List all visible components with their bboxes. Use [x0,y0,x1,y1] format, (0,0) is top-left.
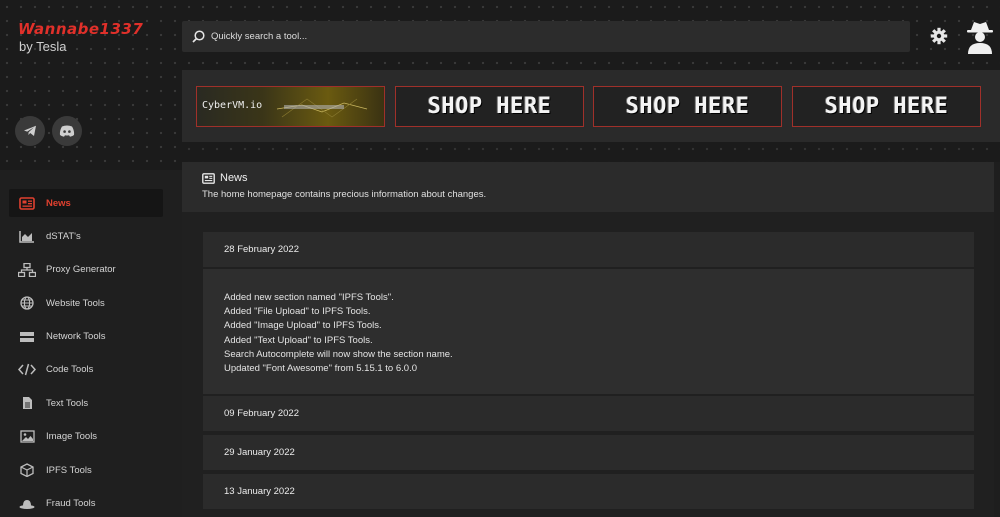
sidebar-item-ipfs-tools[interactable]: IPFS Tools [9,456,163,484]
news-entry-header[interactable]: 13 January 2022 [203,474,974,509]
news-feed: 28 February 2022 Added new section named… [182,212,994,517]
hat-icon [18,497,36,511]
news-entry-line: Search Autocomplete will now show the se… [224,348,453,360]
site-logo[interactable]: Wannabe1337 [18,20,143,38]
news-entry-line: Added "File Upload" to IPFS Tools. [224,306,371,318]
sidebar-nav: News dSTAT's Proxy Generator Website Too… [9,189,163,517]
sidebar-item-label: Fraud Tools [46,498,96,510]
news-header: News The home homepage contains precious… [182,162,994,212]
shop-banner[interactable]: SHOP HERE [395,86,584,127]
search-input[interactable] [211,31,811,42]
site-byline: by Tesla [19,39,67,54]
newspaper-icon [18,196,36,210]
image-icon [18,430,36,444]
network-icon [18,262,36,277]
top-bar [182,0,1000,70]
globe-icon [18,296,36,310]
sidebar-item-label: Image Tools [46,431,98,443]
news-entry-header[interactable]: 28 February 2022 [203,232,974,267]
cybervm-banner[interactable]: CyberVM.io [196,86,385,127]
cybervm-label: CyberVM.io [202,100,263,111]
sidebar-item-label: News [46,197,71,209]
file-text-icon [18,396,36,410]
search-icon [192,30,205,43]
sidebar-item-proxy-generator[interactable]: Proxy Generator [9,256,163,284]
news-entry-line: Added "Text Upload" to IPFS Tools. [224,334,373,346]
search-box[interactable] [182,21,910,52]
sidebar-item-label: Website Tools [46,297,105,309]
sidebar-item-fraud-tools[interactable]: Fraud Tools [9,490,163,517]
shop-banner[interactable]: SHOP HERE [792,86,981,127]
sidebar-item-label: IPFS Tools [46,464,92,476]
news-entry-line: Added new section named "IPFS Tools". [224,292,394,303]
code-icon [18,363,36,377]
user-avatar-icon[interactable] [966,20,994,54]
news-entry-header[interactable]: 09 February 2022 [203,396,974,431]
newspaper-icon [202,172,215,184]
telegram-button[interactable] [15,116,45,146]
news-entry-line: Updated "Font Awesome" from 5.15.1 to 6.… [224,363,417,375]
sidebar-item-label: Network Tools [46,331,106,343]
sidebar-item-image-tools[interactable]: Image Tools [9,423,163,451]
server-icon [18,330,36,344]
shop-banner[interactable]: SHOP HERE [593,86,782,127]
discord-button[interactable] [52,116,82,146]
sidebar: Wannabe1337 by Tesla News dSTAT's Proxy … [0,0,182,517]
cube-icon [18,463,36,478]
news-entry-line: Added "Image Upload" to IPFS Tools. [224,320,382,332]
gear-icon[interactable] [930,27,948,45]
sidebar-item-label: Text Tools [46,397,89,409]
sidebar-item-network-tools[interactable]: Network Tools [9,323,163,351]
sidebar-header: Wannabe1337 by Tesla [0,0,182,170]
discord-icon [59,125,75,137]
sidebar-item-label: dSTAT's [46,230,81,242]
telegram-icon [24,125,36,136]
sidebar-item-text-tools[interactable]: Text Tools [9,389,163,417]
sidebar-item-dstats[interactable]: dSTAT's [9,222,163,250]
sidebar-item-website-tools[interactable]: Website Tools [9,289,163,317]
sidebar-item-label: Code Tools [46,364,94,376]
page-title: News [202,172,248,184]
sidebar-item-news[interactable]: News [9,189,163,217]
divider-strip [182,142,1000,162]
banner-graphic-icon [276,98,368,118]
news-entry-body: Added new section named "IPFS Tools". Ad… [203,269,974,394]
sidebar-item-code-tools[interactable]: Code Tools [9,356,163,384]
page-subtitle: The home homepage contains precious info… [202,189,487,200]
ad-banners: CyberVM.io SHOP HERE SHOP HERE SHOP HERE [182,70,1000,142]
area-chart-icon [18,229,36,243]
news-entry-header[interactable]: 29 January 2022 [203,435,974,470]
page-title-text: News [220,172,248,184]
sidebar-item-label: Proxy Generator [46,264,116,276]
